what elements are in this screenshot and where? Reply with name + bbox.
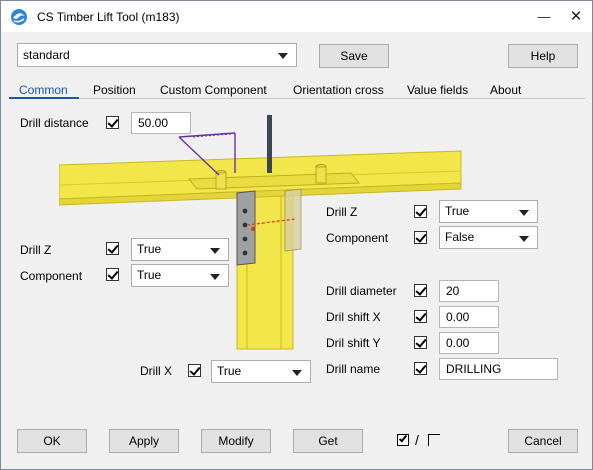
chevron-down-icon: [519, 210, 529, 216]
chevron-down-icon: [278, 53, 288, 59]
drill-x-label: Drill X: [140, 364, 172, 378]
tab-about[interactable]: About: [490, 83, 521, 97]
window-title: CS Timber Lift Tool (m183): [37, 10, 180, 24]
drill-name-checkbox[interactable]: [414, 362, 427, 375]
preset-select-value: standard: [23, 48, 70, 62]
close-button[interactable]: ✕: [561, 1, 591, 32]
tab-common[interactable]: Common: [19, 83, 68, 97]
left-component-label: Component: [20, 269, 83, 283]
drill-name-input[interactable]: DRILLING: [439, 358, 558, 380]
drill-shift-x-input[interactable]: 0.00: [439, 306, 499, 328]
active-tab-indicator: [9, 97, 79, 99]
left-drill-z-select-value: True: [137, 242, 162, 256]
right-component-select-value: False: [445, 230, 475, 244]
right-drill-z-select[interactable]: True: [439, 200, 538, 223]
right-component-checkbox[interactable]: [414, 231, 427, 244]
chevron-down-icon: [519, 236, 529, 242]
left-drill-z-label: Drill Z: [20, 243, 52, 257]
check-all-icon[interactable]: [397, 433, 409, 446]
chevron-down-icon: [210, 274, 220, 280]
right-drill-z-select-value: True: [445, 204, 470, 218]
drill-shift-y-checkbox[interactable]: [414, 336, 427, 349]
drill-shift-x-checkbox[interactable]: [414, 310, 427, 323]
dialog-window: CS Timber Lift Tool (m183) — ✕ standard …: [0, 0, 593, 470]
get-button[interactable]: Get: [293, 429, 363, 453]
left-component-checkbox[interactable]: [106, 268, 119, 281]
chevron-down-icon: [292, 370, 302, 376]
right-component-select[interactable]: False: [439, 226, 538, 249]
modify-button[interactable]: Modify: [201, 429, 271, 453]
drill-x-checkbox[interactable]: [188, 364, 201, 377]
drill-shift-x-label: Dril shift X: [326, 310, 381, 324]
chevron-down-icon: [210, 248, 220, 254]
drill-distance-input[interactable]: 50.00: [131, 112, 191, 134]
preset-select[interactable]: standard: [17, 43, 297, 67]
drill-diameter-label: Drill diameter: [326, 284, 397, 298]
drill-x-select[interactable]: True: [211, 360, 311, 383]
left-component-select-value: True: [137, 268, 162, 282]
title-bar[interactable]: CS Timber Lift Tool (m183) — ✕: [1, 1, 592, 32]
minimize-button[interactable]: —: [529, 1, 559, 32]
drill-distance-label: Drill distance: [20, 116, 89, 130]
tab-custom-component[interactable]: Custom Component: [160, 83, 267, 97]
drill-diameter-checkbox[interactable]: [414, 284, 427, 297]
drill-shift-y-label: Dril shift Y: [326, 336, 381, 350]
tab-position[interactable]: Position: [93, 83, 136, 97]
right-component-label: Component: [326, 231, 389, 245]
save-button[interactable]: Save: [319, 44, 389, 68]
help-button[interactable]: Help: [508, 44, 578, 68]
left-drill-z-select[interactable]: True: [131, 238, 229, 261]
toggle-separator: /: [415, 432, 419, 448]
left-component-select[interactable]: True: [131, 264, 229, 287]
right-drill-z-checkbox[interactable]: [414, 205, 427, 218]
tab-value-fields[interactable]: Value fields: [407, 83, 468, 97]
drill-distance-checkbox[interactable]: [106, 116, 119, 129]
drill-shift-y-input[interactable]: 0.00: [439, 332, 499, 354]
drill-x-select-value: True: [217, 364, 242, 378]
ok-button[interactable]: OK: [17, 429, 87, 453]
tab-orientation-cross[interactable]: Orientation cross: [293, 83, 384, 97]
right-drill-z-label: Drill Z: [326, 205, 358, 219]
drill-name-label: Drill name: [326, 362, 381, 376]
apply-button[interactable]: Apply: [109, 429, 179, 453]
cancel-button[interactable]: Cancel: [508, 429, 578, 453]
uncheck-all-icon[interactable]: [428, 434, 440, 446]
left-drill-z-checkbox[interactable]: [106, 242, 119, 255]
app-logo-icon: [11, 9, 27, 25]
drill-diameter-input[interactable]: 20: [439, 280, 499, 302]
